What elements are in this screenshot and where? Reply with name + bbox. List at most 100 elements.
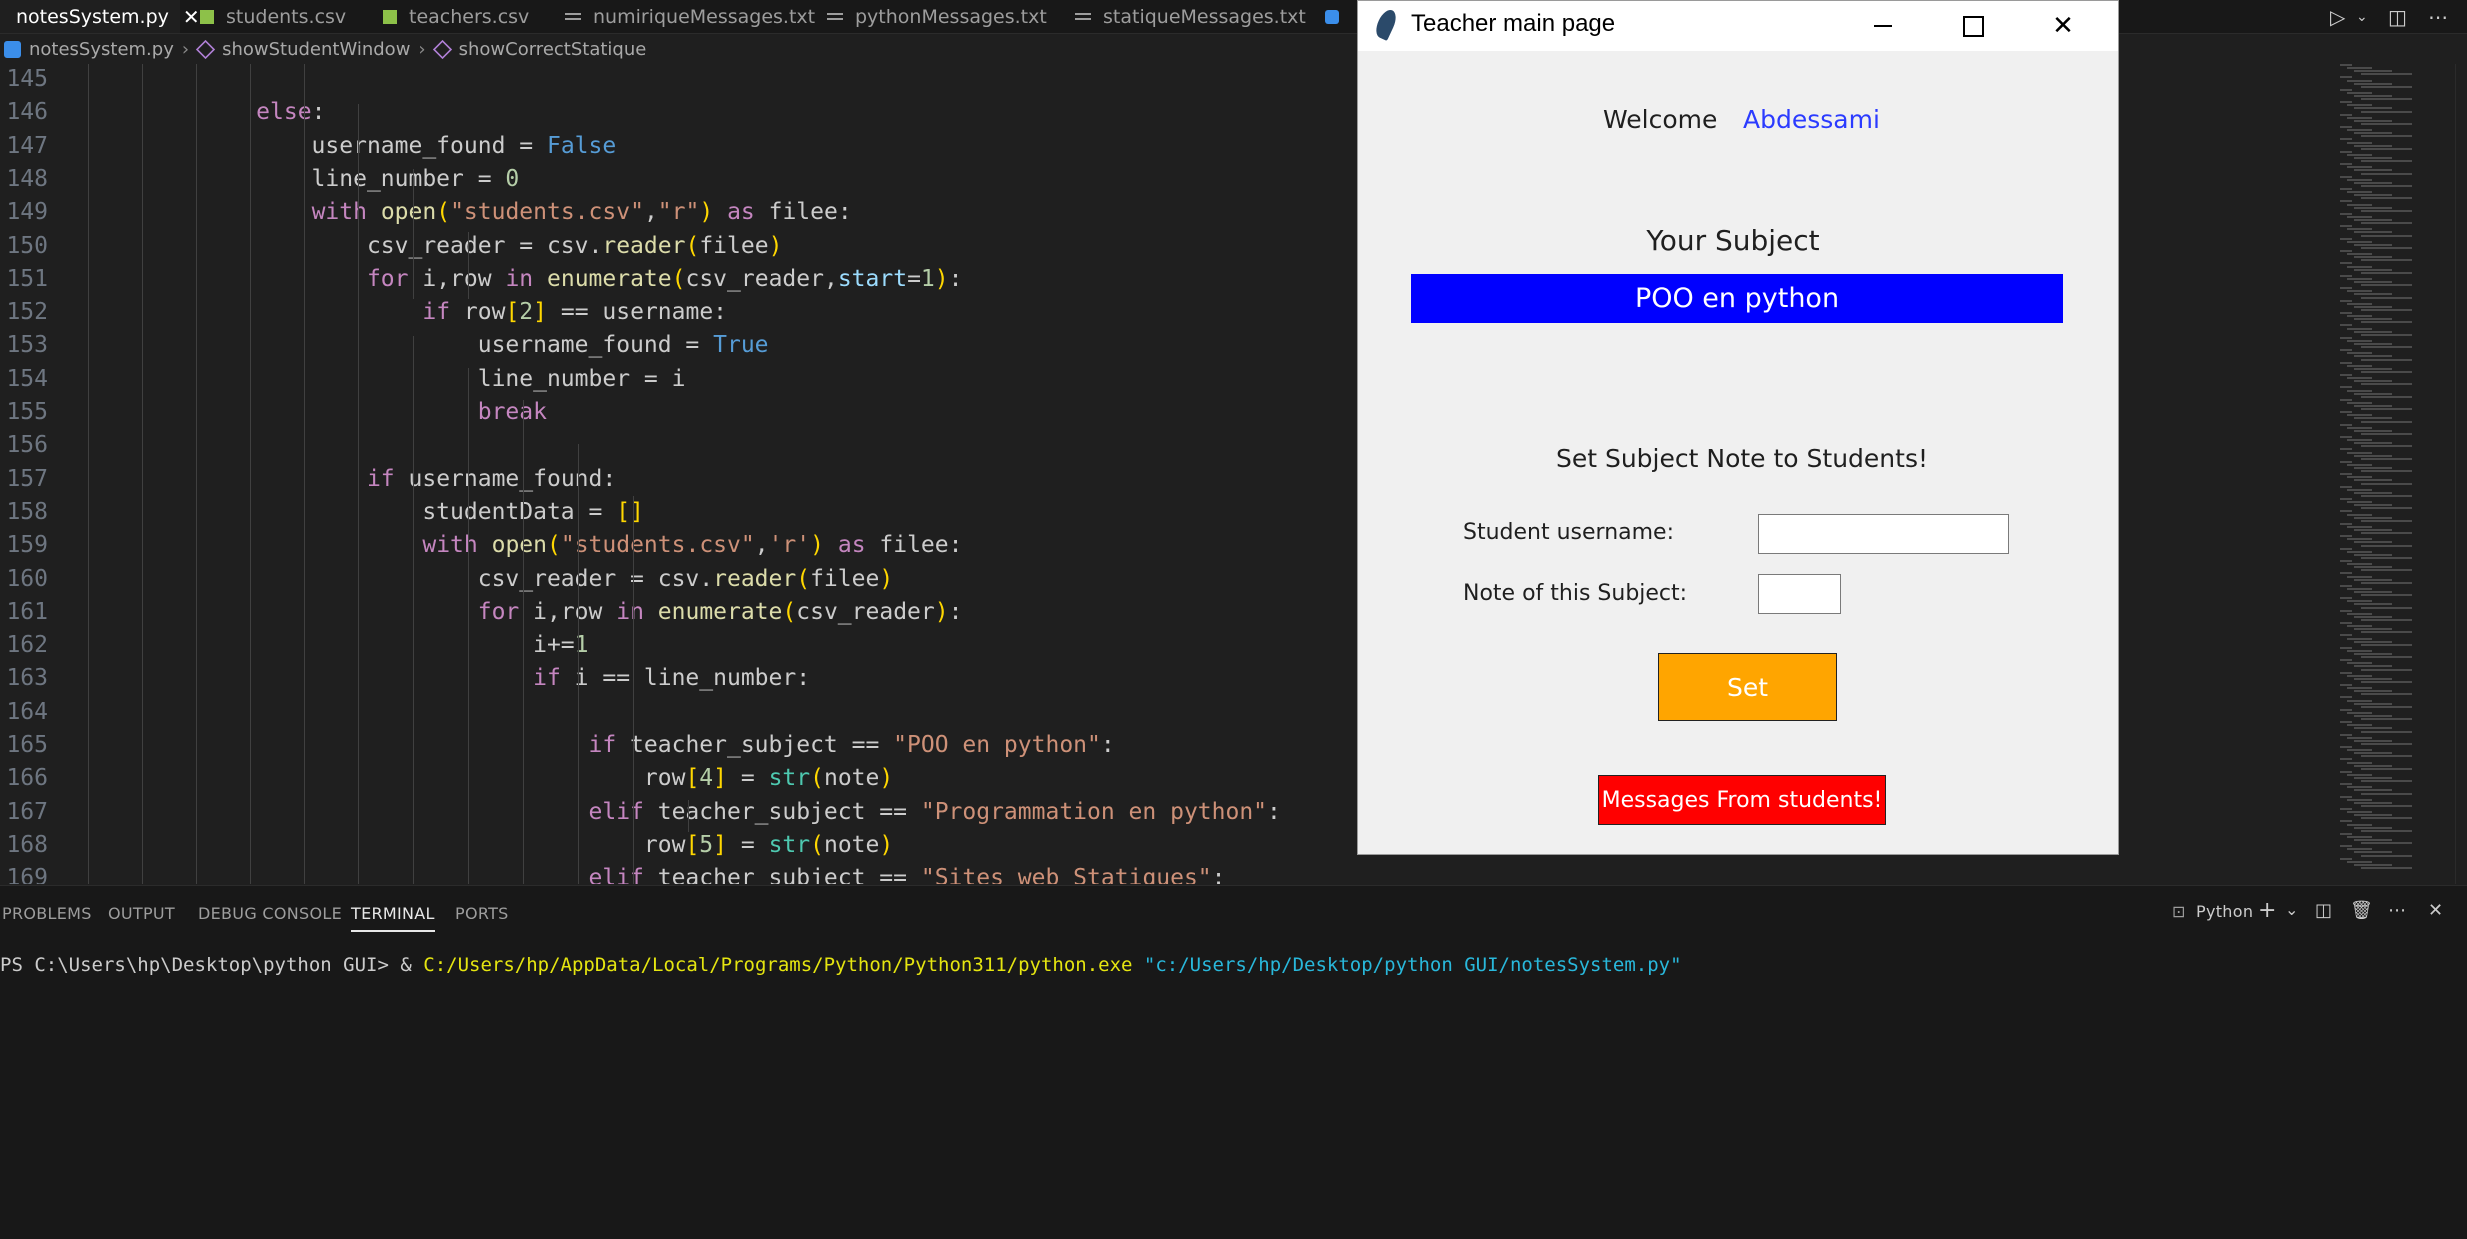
minimap-line — [2340, 783, 2352, 786]
tab-statiquemessages-txt[interactable]: statiqueMessages.txt — [1075, 0, 1306, 33]
breadcrumb-file[interactable]: notesSystem.py — [29, 39, 174, 60]
set-button[interactable]: Set — [1658, 653, 1837, 721]
minimap-line — [2354, 442, 2392, 445]
split-terminal-icon[interactable]: ◫ — [2315, 900, 2332, 921]
code-line[interactable]: 169 elif teacher_subject == "Sites web S… — [0, 862, 2330, 884]
breadcrumb-function[interactable]: showStudentWindow — [222, 39, 410, 60]
tab-ports[interactable]: PORTS — [455, 904, 509, 923]
minimap-line — [2361, 482, 2412, 485]
code-text: studentData = [] — [90, 496, 644, 529]
minimize-icon[interactable] — [1838, 1, 1928, 51]
tab-overflow[interactable] — [1325, 0, 1351, 33]
code-token: teacher_subject == — [643, 798, 921, 825]
minimap-line — [2340, 436, 2352, 438]
code-token: ( — [810, 765, 824, 792]
code-token: teacher_subject == — [643, 865, 921, 884]
minimap-line — [2347, 488, 2372, 491]
minimap-line — [2340, 262, 2352, 265]
minimap-line — [2354, 516, 2392, 519]
minimap-line — [2340, 560, 2352, 562]
tab-students-csv[interactable]: students.csv — [200, 0, 346, 33]
maximize-icon[interactable] — [1928, 1, 2018, 51]
code-token: csv_reader — [796, 598, 935, 625]
minimap-line — [2347, 339, 2372, 342]
messages-from-students-button[interactable]: Messages From students! — [1598, 775, 1886, 825]
minimap-line — [2340, 671, 2352, 674]
tab-notessystem-py[interactable]: notesSystem.py ✕ — [0, 0, 200, 33]
close-panel-icon[interactable]: ✕ — [2428, 900, 2443, 921]
chevron-down-icon[interactable]: ⌄ — [2356, 0, 2368, 33]
minimap-line — [2354, 405, 2392, 407]
run-file-icon[interactable]: ▷ — [2330, 0, 2345, 33]
tab-problems[interactable]: PROBLEMS — [2, 904, 92, 923]
tab-teachers-csv[interactable]: teachers.csv — [383, 0, 529, 33]
tab-debug-console[interactable]: DEBUG CONSOLE — [198, 904, 342, 923]
student-username-label: Student username: — [1463, 520, 1674, 545]
minimap-line — [2361, 321, 2412, 324]
minimap-line — [2340, 646, 2352, 649]
breadcrumb-function[interactable]: showCorrectStatique — [459, 39, 647, 60]
close-icon[interactable]: ✕ — [2018, 1, 2108, 51]
trash-icon[interactable]: 🗑 — [2350, 900, 2373, 921]
subject-value-label: POO en python — [1411, 274, 2063, 323]
minimap-line — [2340, 547, 2352, 550]
minimap-line — [2347, 116, 2372, 119]
code-token: True — [713, 332, 769, 359]
line-number: 163 — [6, 665, 48, 692]
teacher-main-window: Teacher main page ✕ Welcome Abdessami Yo… — [1357, 0, 2119, 855]
minimap-line — [2347, 786, 2372, 789]
code-token: with — [422, 532, 478, 559]
welcome-label: Welcome — [1603, 105, 1718, 134]
minimap-line — [2354, 553, 2392, 556]
note-input[interactable] — [1758, 574, 1841, 614]
close-icon[interactable]: ✕ — [183, 5, 200, 29]
minimap-line — [2361, 767, 2412, 770]
more-actions-icon[interactable]: ⋯ — [2388, 900, 2406, 921]
minimap-line — [2361, 730, 2412, 733]
student-username-input[interactable] — [1758, 514, 2009, 554]
minimap-line — [2347, 637, 2372, 640]
split-editor-icon[interactable]: ◫ — [2388, 0, 2407, 33]
code-token: row — [90, 831, 686, 858]
minimap-line — [2354, 380, 2392, 383]
code-token: username_found: — [394, 465, 617, 492]
minimap-line — [2354, 454, 2392, 457]
vertical-scrollbar[interactable] — [2455, 64, 2467, 884]
chevron-down-icon[interactable]: ⌄ — [2285, 900, 2299, 919]
tab-label: teachers.csv — [409, 5, 530, 28]
code-token: line_number = — [90, 165, 506, 192]
tab-output[interactable]: OUTPUT — [108, 904, 175, 923]
minimap-line — [2340, 522, 2352, 525]
terminal-output-line[interactable]: PS C:\Users\hp\Desktop\python GUI> & C:/… — [0, 954, 1682, 976]
minimap-line — [2361, 222, 2412, 225]
minimap-line — [2347, 625, 2372, 628]
code-token: = — [907, 265, 921, 292]
tab-numiriquemessages-txt[interactable]: numiriqueMessages.txt — [565, 0, 815, 33]
minimap-line — [2340, 684, 2352, 686]
terminal-profile-label[interactable]: Python — [2196, 902, 2253, 921]
tab-pythonmessages-txt[interactable]: pythonMessages.txt — [827, 0, 1047, 33]
code-token: reader — [602, 232, 686, 259]
line-number: 151 — [6, 265, 48, 292]
minimap-line — [2361, 742, 2412, 745]
tab-terminal[interactable]: TERMINAL — [351, 904, 435, 932]
code-token: 4 — [699, 765, 714, 792]
code-token: filee: — [754, 199, 852, 226]
minimap-line — [2347, 711, 2372, 714]
minimap-line — [2340, 832, 2352, 835]
window-titlebar[interactable]: Teacher main page ✕ — [1358, 1, 2118, 51]
minimap[interactable] — [2330, 64, 2455, 884]
minimap-line — [2354, 566, 2392, 569]
minimap-line — [2354, 715, 2392, 717]
code-token: i+= — [90, 632, 575, 659]
new-terminal-icon[interactable]: + — [2258, 898, 2277, 923]
code-text: username_found = False — [90, 130, 617, 163]
more-actions-icon[interactable]: ⋯ — [2428, 0, 2448, 33]
code-token: str — [768, 765, 811, 792]
minimap-line — [2354, 256, 2392, 259]
minimap-line — [2354, 219, 2392, 221]
